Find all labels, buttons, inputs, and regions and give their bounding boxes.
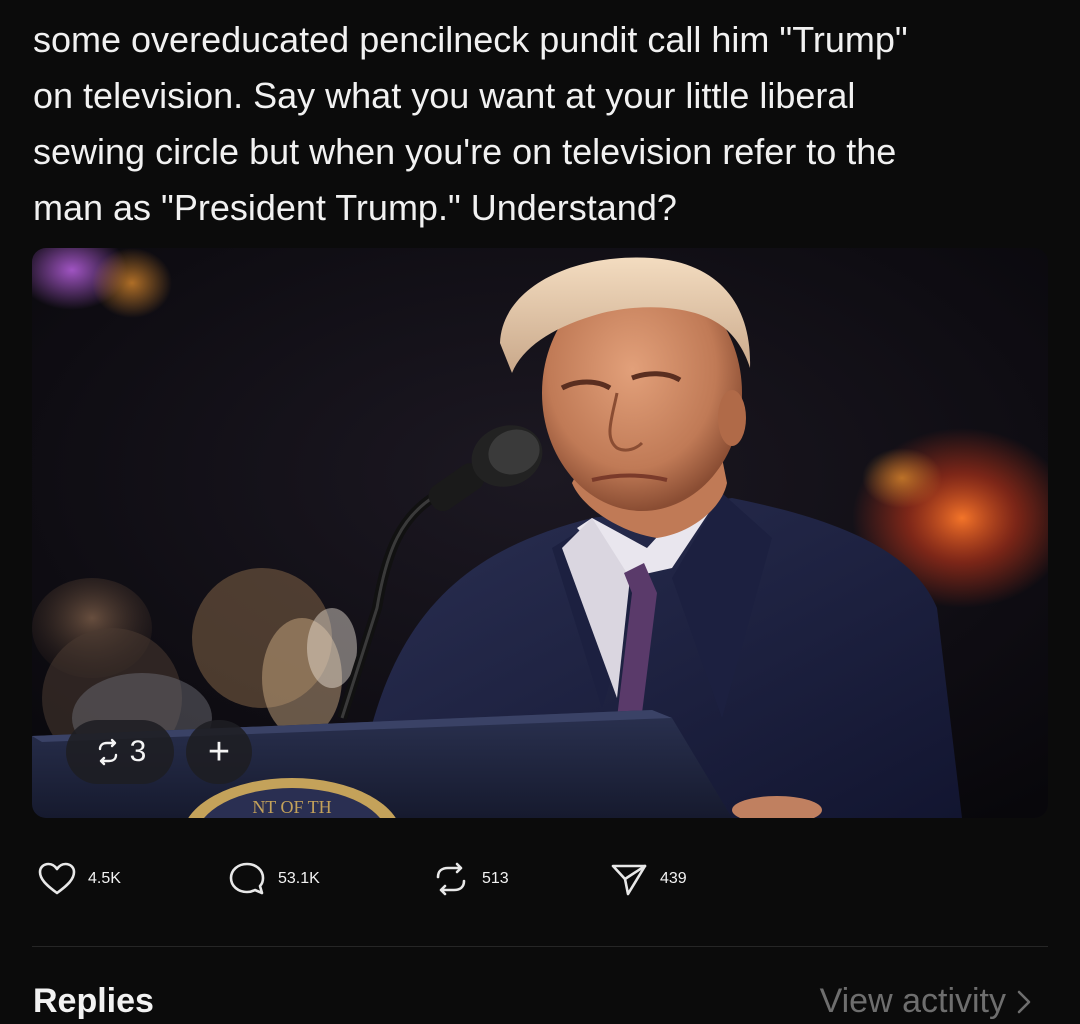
comment-icon (229, 862, 265, 895)
repost-chip-count: 3 (129, 735, 147, 768)
post-text-line: sewing circle but when you're on televis… (33, 131, 897, 172)
repost-count: 513 (482, 870, 509, 887)
post-text-line: man as "President Trump." Understand? (33, 187, 677, 228)
plus-icon: + (207, 730, 231, 773)
send-icon (611, 864, 647, 896)
repost-button[interactable]: 513 (430, 858, 509, 900)
repost-icon (436, 862, 466, 896)
add-button[interactable]: + (186, 720, 252, 784)
replies-heading: Replies (33, 982, 154, 1020)
heart-icon (38, 862, 76, 895)
post-image[interactable]: NT OF TH (32, 248, 1048, 818)
post-text-line: some overeducated pencilneck pundit call… (33, 19, 908, 60)
share-count: 439 (660, 870, 687, 887)
seal-text: NT OF TH (252, 797, 331, 817)
chevron-right-icon (1017, 990, 1031, 1013)
like-button[interactable]: 4.5K (36, 858, 121, 900)
view-activity-label: View activity (819, 982, 1006, 1020)
share-button[interactable]: 439 (608, 858, 687, 900)
repost-count-chip[interactable]: 3 (66, 720, 174, 784)
podium-photo: NT OF TH (32, 248, 1048, 818)
like-count: 4.5K (88, 870, 121, 887)
view-activity-link[interactable]: View activity (820, 982, 1032, 1021)
post-text-line: on television. Say what you want at your… (33, 75, 856, 116)
reply-button[interactable]: 53.1K (226, 858, 320, 900)
divider (32, 946, 1048, 947)
reply-count: 53.1K (278, 870, 320, 887)
post-text: some overeducated pencilneck pundit call… (33, 12, 1043, 236)
repost-icon (98, 738, 117, 766)
